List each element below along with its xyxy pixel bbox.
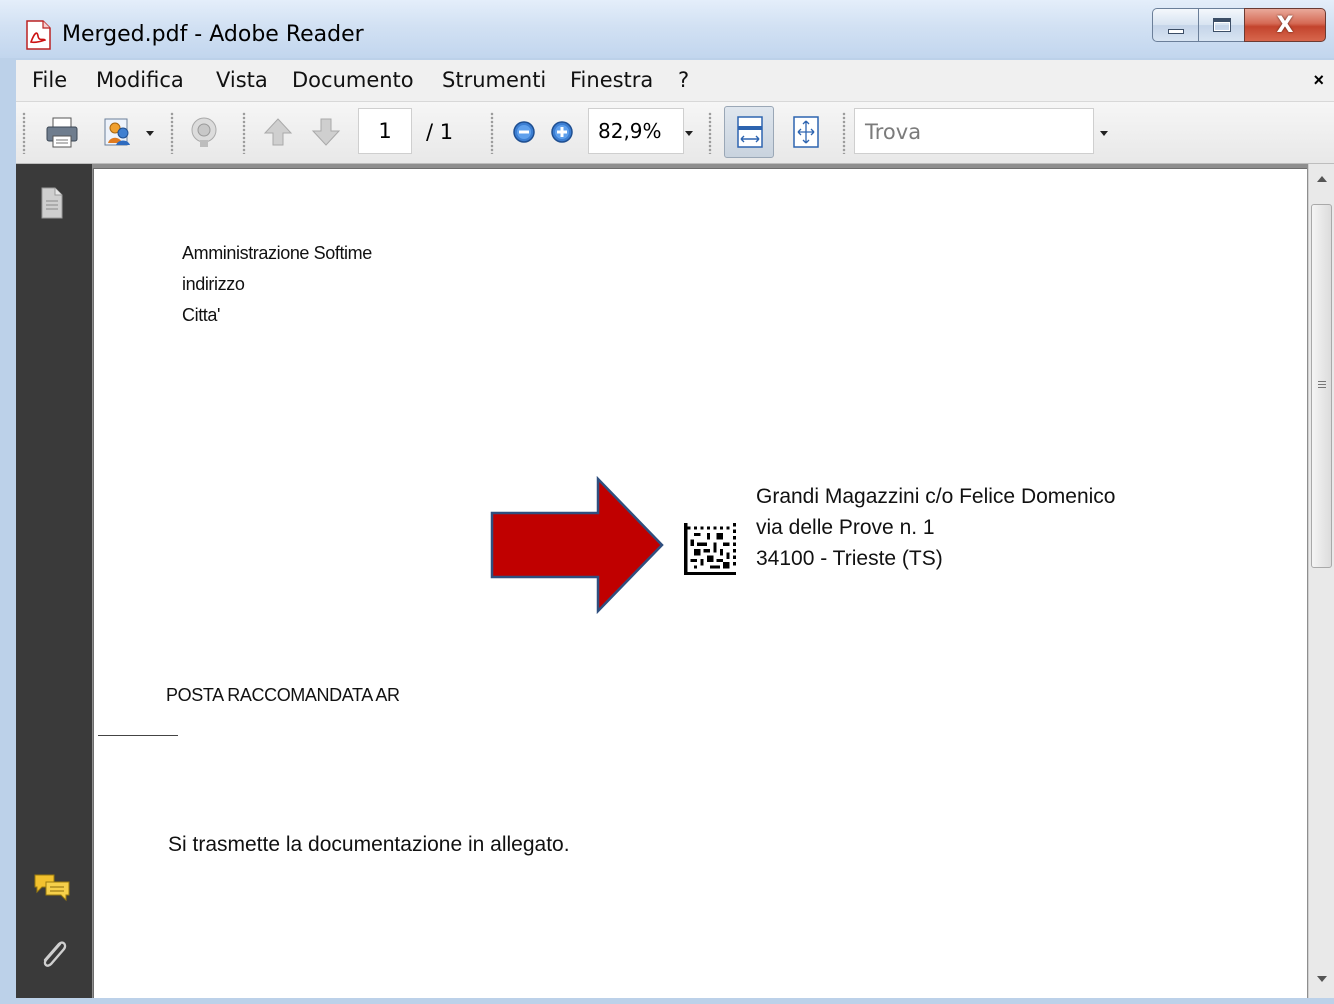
adobe-reader-window: Merged.pdf - Adobe Reader X File Modific… xyxy=(0,0,1334,1004)
close-window-button[interactable]: X xyxy=(1244,8,1326,42)
datamatrix-barcode xyxy=(684,523,736,575)
menu-strumenti[interactable]: Strumenti xyxy=(442,68,546,92)
collaborate-icon[interactable] xyxy=(186,114,222,150)
toolbar-separator xyxy=(170,112,174,154)
find-input[interactable]: Trova xyxy=(854,108,1094,154)
pdf-page: Amministrazione Softime indirizzo Citta' xyxy=(93,168,1307,998)
fit-page-icon[interactable] xyxy=(788,114,824,150)
share-icon[interactable] xyxy=(102,114,138,150)
scroll-thumb[interactable] xyxy=(1311,204,1332,568)
title-bar[interactable]: Merged.pdf - Adobe Reader X xyxy=(0,0,1334,58)
zoom-out-icon[interactable] xyxy=(506,114,542,150)
scroll-grip-line xyxy=(1318,381,1326,382)
scroll-up-icon[interactable] xyxy=(1317,176,1327,182)
navigation-panel xyxy=(16,164,92,998)
attachments-icon[interactable] xyxy=(36,936,70,972)
zoom-dropdown-icon[interactable] xyxy=(685,131,693,136)
recipient-name: Grandi Magazzini c/o Felice Domenico xyxy=(756,485,1116,508)
zoom-input[interactable]: 82,9% xyxy=(588,108,684,154)
separator-line xyxy=(98,735,178,736)
red-arrow-icon xyxy=(490,475,664,615)
page-number-input[interactable]: 1 xyxy=(358,108,412,154)
next-page-icon[interactable] xyxy=(308,114,344,150)
close-icon: X xyxy=(1276,12,1294,38)
scroll-grip-line xyxy=(1318,387,1326,388)
maximize-button[interactable] xyxy=(1198,8,1244,42)
sender-city: Citta' xyxy=(182,305,221,325)
sender-name: Amministrazione Softime xyxy=(182,243,372,263)
close-document-icon[interactable]: × xyxy=(1313,70,1324,91)
toolbar-separator xyxy=(708,112,712,154)
comments-icon[interactable] xyxy=(32,870,72,904)
print-icon[interactable] xyxy=(44,114,80,150)
pdf-file-icon xyxy=(26,20,51,50)
recipient-street: via delle Prove n. 1 xyxy=(756,516,935,539)
menu-documento[interactable]: Documento xyxy=(292,68,414,92)
toolbar-grip[interactable] xyxy=(22,112,26,154)
recipient-city: 34100 - Trieste (TS) xyxy=(756,547,943,570)
sender-address: indirizzo xyxy=(182,274,245,294)
mail-type-label: POSTA RACCOMANDATA AR xyxy=(166,685,400,705)
maximize-icon xyxy=(1212,18,1231,32)
scroll-down-icon[interactable] xyxy=(1317,976,1327,982)
toolbar: 1 / 1 82,9% Trova xyxy=(16,102,1334,164)
minimize-icon xyxy=(1167,28,1184,34)
zoom-in-icon[interactable] xyxy=(544,114,580,150)
window-controls: X xyxy=(1152,8,1326,42)
pages-icon[interactable] xyxy=(36,186,66,220)
vertical-scrollbar[interactable] xyxy=(1308,164,1334,998)
menu-finestra[interactable]: Finestra xyxy=(570,68,653,92)
toolbar-separator xyxy=(842,112,846,154)
previous-page-icon[interactable] xyxy=(260,114,296,150)
menu-file[interactable]: File xyxy=(32,68,67,92)
document-viewport[interactable]: Amministrazione Softime indirizzo Citta' xyxy=(92,164,1308,998)
window-title: Merged.pdf - Adobe Reader xyxy=(62,22,364,47)
body-text: Si trasmette la documentazione in allega… xyxy=(168,833,570,856)
menu-help[interactable]: ? xyxy=(678,68,689,92)
find-dropdown-icon[interactable] xyxy=(1100,131,1108,136)
scroll-grip-line xyxy=(1318,384,1326,385)
menu-vista[interactable]: Vista xyxy=(216,68,268,92)
minimize-button[interactable] xyxy=(1152,8,1198,42)
toolbar-separator xyxy=(490,112,494,154)
menu-modifica[interactable]: Modifica xyxy=(96,68,184,92)
page-count: / 1 xyxy=(426,120,454,144)
menu-bar: File Modifica Vista Documento Strumenti … xyxy=(16,60,1334,102)
toolbar-separator xyxy=(242,112,246,154)
fit-width-icon xyxy=(737,116,763,148)
fit-width-button[interactable] xyxy=(724,106,774,158)
share-dropdown-icon[interactable] xyxy=(146,131,154,136)
